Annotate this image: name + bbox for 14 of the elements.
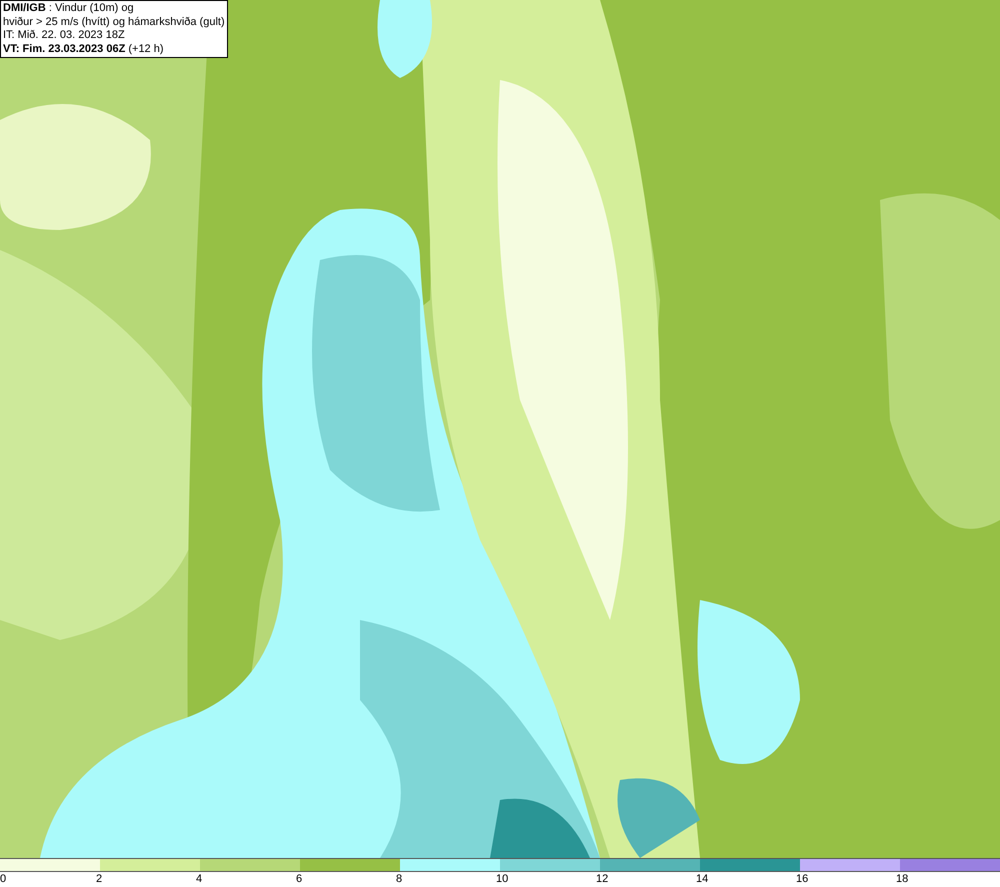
scale-label: 18 [896,872,908,887]
scale-label: 10 [496,872,508,887]
scale-label: 12 [596,872,608,887]
scale-label: 8 [396,872,402,887]
scale-label: 2 [96,872,102,887]
info-text: IT: Mið. 22. 03. 2023 18Z [3,29,126,42]
scale-label: 6 [296,872,302,887]
scale-label: 4 [196,872,202,887]
info-text: hviður > 25 m/s (hvítt) og hámarkshviða (gult) [3,16,225,29]
scale-label: 16 [796,872,808,887]
scale-label: 0 [0,872,6,887]
info-text: VT: Fim. 23.03.2023 06Z (+12 h) [3,42,165,56]
scale-label: 14 [696,872,708,887]
info-text: DMI/IGB : Vindur (10m) og [3,2,135,16]
